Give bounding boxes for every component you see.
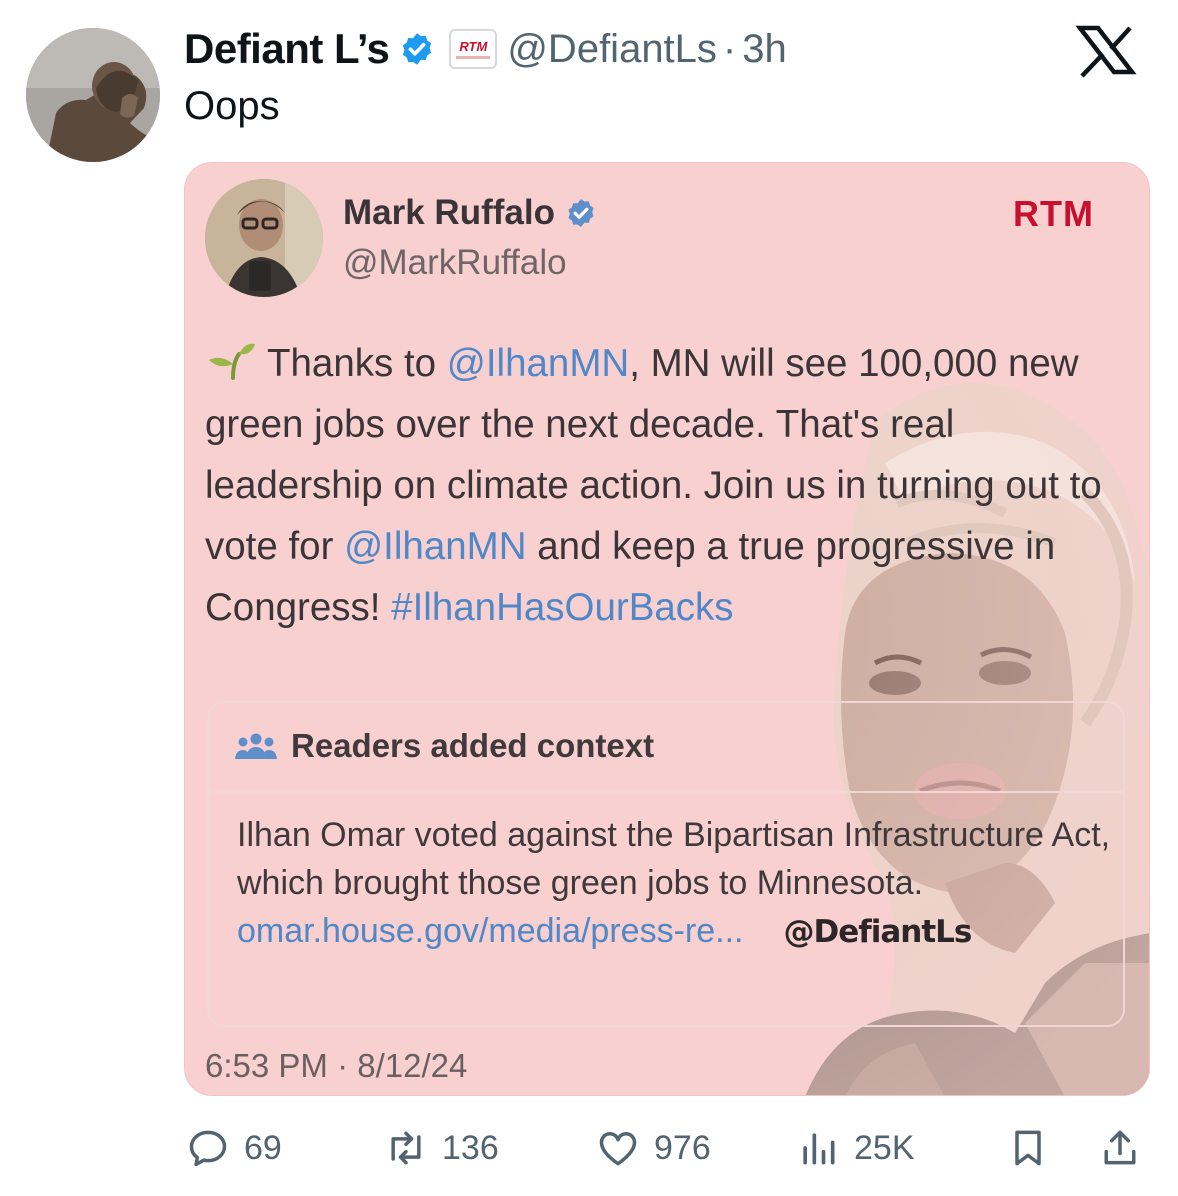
quoted-verified-badge-icon — [568, 199, 594, 227]
context-body-text: Ilhan Omar voted against the Bipartisan … — [237, 816, 1111, 902]
quoted-post-image[interactable]: Mark Ruffalo @MarkRuffalo RTM Thanks to … — [184, 162, 1150, 1096]
quoted-author-row: Mark Ruffalo — [343, 193, 597, 233]
quoted-post-text: Thanks to @IlhanMN, MN will see 100,000 … — [205, 333, 1140, 638]
verified-badge-icon — [403, 33, 432, 65]
affiliate-badge[interactable]: RTM — [449, 29, 498, 69]
context-divider — [209, 791, 1123, 793]
bookmark-icon — [1015, 1130, 1041, 1166]
context-title: Readers added context — [291, 727, 655, 764]
quoted-avatar-image — [205, 179, 323, 297]
quoted-text-seg-0: Thanks to — [257, 342, 447, 385]
affiliate-badge-bar — [456, 55, 491, 59]
like-button[interactable]: 976 — [596, 1122, 711, 1174]
quoted-author-handle: @MarkRuffalo — [343, 243, 567, 282]
reply-button[interactable]: 69 — [186, 1122, 282, 1174]
post-header: Defiant L’s RTM @DefiantLs · 3h — [184, 24, 787, 74]
like-count: 976 — [654, 1128, 711, 1167]
author-handle[interactable]: @DefiantLs — [507, 27, 717, 72]
repost-icon — [391, 1131, 421, 1165]
mention-link: @IlhanMN — [344, 525, 527, 568]
hashtag-link: #IlhanHasOurBacks — [391, 586, 734, 629]
views-count: 25K — [854, 1128, 915, 1167]
context-text: Ilhan Omar voted against the Bipartisan … — [237, 811, 1117, 956]
quoted-author-avatar — [205, 179, 323, 297]
repost-button[interactable]: 136 — [384, 1122, 499, 1174]
seedling-icon — [209, 343, 255, 380]
context-header: Readers added context — [235, 727, 654, 765]
affiliate-badge-text: RTM — [459, 38, 488, 54]
share-button[interactable] — [1098, 1122, 1142, 1174]
share-icon — [1104, 1130, 1136, 1165]
rtm-brand-mark: RTM — [1013, 193, 1094, 234]
quoted-author-name: Mark Ruffalo — [343, 193, 555, 232]
context-source-link: omar.house.gov/media/press-re... — [237, 912, 744, 950]
x-logo-icon — [1075, 25, 1137, 78]
bookmark-button[interactable] — [1006, 1122, 1050, 1174]
post-text: Oops — [184, 84, 280, 128]
avatar-image — [26, 28, 160, 162]
reply-icon — [189, 1130, 227, 1167]
watermark-handle: @DefiantLs — [783, 914, 972, 950]
community-notes-icon — [235, 733, 277, 759]
mention-link: @IlhanMN — [446, 342, 630, 385]
header-separator: · — [722, 26, 737, 71]
post-time[interactable]: 3h — [742, 27, 787, 72]
author-name[interactable]: Defiant L’s — [184, 25, 390, 73]
like-icon — [599, 1132, 637, 1166]
views-icon — [803, 1133, 835, 1165]
quoted-timestamp: 6:53 PM · 8/12/24 — [205, 1047, 468, 1084]
action-bar: 69 136 976 25K — [186, 1122, 1146, 1174]
repost-count: 136 — [442, 1128, 499, 1167]
readers-context-box: Readers added context Ilhan Omar voted a… — [207, 701, 1125, 1027]
reply-count: 69 — [244, 1128, 282, 1167]
views-button[interactable]: 25K — [796, 1122, 915, 1174]
author-avatar[interactable] — [26, 28, 160, 162]
